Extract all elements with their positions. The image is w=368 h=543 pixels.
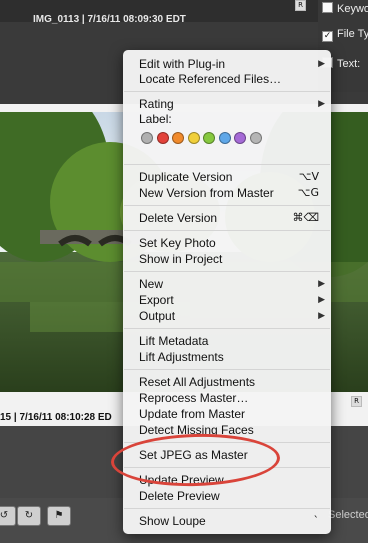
label-color-swatch[interactable] (156, 132, 169, 144)
menu-item-output[interactable]: Output ▶ (139, 308, 325, 324)
menu-separator (124, 230, 330, 231)
selection-status: Selected (328, 509, 368, 521)
menu-item-reprocess-master[interactable]: Reprocess Master… (139, 390, 325, 406)
menu-separator (124, 164, 330, 165)
label-color-swatch[interactable] (187, 132, 200, 144)
submenu-arrow-icon: ▶ (318, 295, 325, 305)
file-type-filter-row[interactable]: ✓ File Ty (322, 28, 368, 42)
menu-item-duplicate-version[interactable]: Duplicate Version ⌥V (139, 169, 325, 185)
keywords-filter-row[interactable]: Keywo (322, 2, 368, 15)
menu-item-delete-preview[interactable]: Delete Preview (139, 488, 325, 504)
flag-button[interactable]: ⚑ (47, 506, 71, 526)
keywords-checkbox[interactable] (322, 2, 333, 13)
rotate-right-button[interactable]: ↻ (17, 506, 41, 526)
submenu-arrow-icon: ▶ (318, 99, 325, 109)
file-type-label: File Ty (337, 28, 368, 40)
menu-separator (124, 328, 330, 329)
submenu-arrow-icon: ▶ (318, 279, 325, 289)
label-color-swatch[interactable] (172, 132, 184, 144)
menu-item-export[interactable]: Export ▶ (139, 292, 325, 308)
label-color-swatch[interactable] (249, 132, 262, 144)
rotate-left-button[interactable]: ↺ (0, 506, 16, 526)
label-color-swatch[interactable] (234, 132, 246, 144)
submenu-arrow-icon: ▶ (318, 59, 325, 69)
bottom-photo-caption: 15 | 7/16/11 08:10:28 ED (0, 412, 112, 423)
label-color-swatch[interactable] (141, 132, 153, 144)
menu-separator (124, 91, 330, 92)
label-heading: Label: (139, 112, 172, 126)
menu-separator (124, 205, 330, 206)
menu-item-new[interactable]: New ▶ (139, 276, 325, 292)
label-color-swatch[interactable] (203, 132, 215, 144)
menu-item-edit-with-plugin[interactable]: Edit with Plug-in ▶ (139, 56, 325, 72)
label-color-swatch[interactable] (218, 132, 231, 144)
menu-separator (124, 271, 330, 272)
menu-item-show-in-project[interactable]: Show in Project (139, 251, 325, 267)
top-rating-badge: R (295, 0, 306, 11)
menu-item-reset-all-adjustments[interactable]: Reset All Adjustments (139, 374, 325, 390)
menu-item-rating[interactable]: Rating ▶ (139, 96, 325, 112)
file-type-checkbox[interactable]: ✓ (322, 31, 333, 42)
menu-item-show-loupe[interactable]: Show Loupe ` (139, 513, 325, 529)
text-label: Text: (337, 58, 361, 70)
menu-item-new-version-from-master[interactable]: New Version from Master ⌥G (139, 185, 325, 201)
top-photo-caption: IMG_0113 | 7/16/11 08:09:30 EDT (33, 14, 186, 25)
menu-item-lift-metadata[interactable]: Lift Metadata (139, 333, 325, 349)
menu-separator (124, 508, 330, 509)
keywords-label: Keywo (337, 3, 368, 15)
menu-item-set-key-photo[interactable]: Set Key Photo (139, 235, 325, 251)
submenu-arrow-icon: ▶ (318, 311, 325, 321)
menu-item-update-from-master[interactable]: Update from Master (139, 406, 325, 422)
menu-item-lift-adjustments[interactable]: Lift Adjustments (139, 349, 325, 365)
menu-separator (124, 369, 330, 370)
bottom-rating-badge: R (351, 396, 362, 407)
menu-item-delete-version[interactable]: Delete Version ⌘⌫ (139, 210, 325, 226)
menu-item-locate-referenced-files[interactable]: Locate Referenced Files… (139, 71, 325, 87)
